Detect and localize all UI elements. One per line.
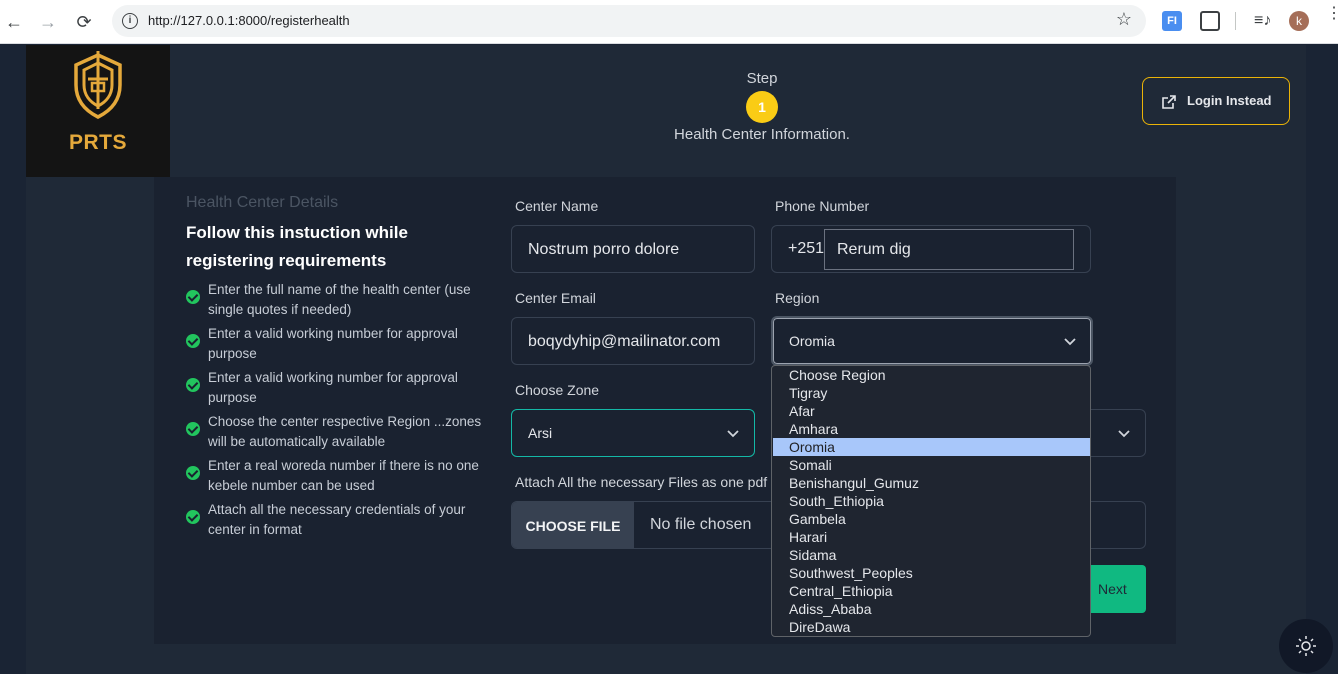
region-option[interactable]: Somali [773, 456, 1090, 474]
logo-text: PRTS [68, 131, 127, 154]
region-option[interactable]: Tigray [773, 384, 1090, 402]
check-circle-icon [186, 378, 200, 392]
toolbar-divider [1235, 12, 1236, 30]
browser-menu-icon[interactable]: ⋮ [1326, 6, 1338, 22]
choose-file-button[interactable]: CHOOSE FILE [512, 502, 634, 548]
check-circle-icon [186, 334, 200, 348]
center-email-label: Center Email [515, 290, 596, 306]
instruction-text: Enter a valid working number for approva… [208, 326, 458, 361]
center-email-input[interactable]: boqydyhip@mailinator.com [511, 317, 755, 365]
region-option-selected[interactable]: Oromia [773, 438, 1090, 456]
site-info-icon[interactable]: i [122, 13, 138, 29]
instructions-heading: Follow this instuction while registering… [186, 223, 408, 270]
phone-number-value: Rerum dig [837, 241, 911, 258]
step-number-badge: 1 [746, 91, 778, 123]
instruction-text: Attach all the necessary credentials of … [208, 502, 466, 537]
region-option[interactable]: Adiss_Ababa [773, 600, 1090, 618]
phone-number-input[interactable]: Rerum dig [824, 229, 1074, 270]
region-option[interactable]: Central_Ethiopia [773, 582, 1090, 600]
region-option[interactable]: DireDawa [773, 618, 1090, 636]
region-selected-value: Oromia [789, 333, 835, 349]
region-option[interactable]: Sidama [773, 546, 1090, 564]
region-option[interactable]: South_Ethiopia [773, 492, 1090, 510]
reload-icon[interactable]: ⟳ [72, 10, 96, 34]
region-option[interactable]: Benishangul_Gumuz [773, 474, 1090, 492]
phone-label: Phone Number [775, 198, 870, 214]
url-text[interactable]: http://127.0.0.1:8000/registerhealth [148, 13, 350, 28]
file-status: No file chosen [650, 516, 752, 533]
step-label: Step [746, 70, 778, 87]
chevron-down-icon [1118, 430, 1130, 438]
shield-logo-icon [74, 51, 122, 119]
zone-selected-value: Arsi [528, 425, 553, 441]
check-circle-icon [186, 466, 200, 480]
center-name-input[interactable]: Nostrum porro dolore [511, 225, 755, 273]
address-bar[interactable]: i http://127.0.0.1:8000/registerhealth ☆ [112, 5, 1146, 37]
instruction-text: Enter a valid working number for approva… [208, 370, 458, 405]
center-name-value: Nostrum porro dolore [528, 241, 680, 258]
check-circle-icon [186, 290, 200, 304]
zone-label: Choose Zone [515, 382, 600, 398]
check-circle-icon [186, 422, 200, 436]
theme-toggle-button[interactable] [1279, 619, 1333, 673]
region-option[interactable]: Amhara [773, 420, 1090, 438]
login-instead-label: Login Instead [1187, 93, 1272, 108]
instructions-subtitle: Health Center Details [186, 194, 339, 211]
bookmark-star-icon[interactable]: ☆ [1116, 9, 1132, 30]
profile-avatar[interactable]: k [1289, 11, 1309, 31]
attach-files-label: Attach All the necessary Files as one pd… [515, 474, 768, 490]
region-option[interactable]: Choose Region [773, 366, 1090, 384]
phone-field: +251 Rerum dig [771, 225, 1091, 273]
region-dropdown-list: Choose Region Tigray Afar Amhara Oromia … [771, 365, 1091, 637]
instruction-text: Choose the center respective Region ...z… [208, 414, 482, 449]
phone-prefix: +251 [788, 240, 825, 257]
region-option[interactable]: Gambela [773, 510, 1090, 528]
media-controls-icon[interactable]: ≡♪ [1254, 11, 1274, 31]
login-instead-button[interactable]: Login Instead [1142, 77, 1290, 125]
region-select[interactable]: Oromia [771, 316, 1093, 366]
instruction-text: Enter the full name of the health center… [208, 282, 471, 317]
extensions-puzzle-icon[interactable] [1200, 11, 1220, 31]
brand-logo[interactable]: PRTS [26, 45, 170, 177]
region-option[interactable]: Harari [773, 528, 1090, 546]
chevron-down-icon [1064, 338, 1076, 346]
instruction-text: Enter a real woreda number if there is n… [208, 458, 479, 493]
check-circle-icon [186, 510, 200, 524]
external-link-icon [1162, 95, 1176, 109]
back-icon[interactable]: ← [2, 10, 26, 34]
browser-toolbar: ← → ⟳ i http://127.0.0.1:8000/registerhe… [0, 0, 1338, 44]
extension-icon[interactable]: FI [1162, 11, 1182, 31]
sun-icon [1296, 636, 1316, 656]
forward-icon[interactable]: → [36, 10, 60, 34]
region-label: Region [775, 290, 820, 306]
zone-select[interactable]: Arsi [511, 409, 755, 457]
step-title: Health Center Information. [674, 126, 850, 143]
center-email-value: boqydyhip@mailinator.com [528, 333, 721, 350]
region-option[interactable]: Southwest_Peoples [773, 564, 1090, 582]
center-name-label: Center Name [515, 198, 599, 214]
region-option[interactable]: Afar [773, 402, 1090, 420]
chevron-down-icon [727, 430, 739, 438]
